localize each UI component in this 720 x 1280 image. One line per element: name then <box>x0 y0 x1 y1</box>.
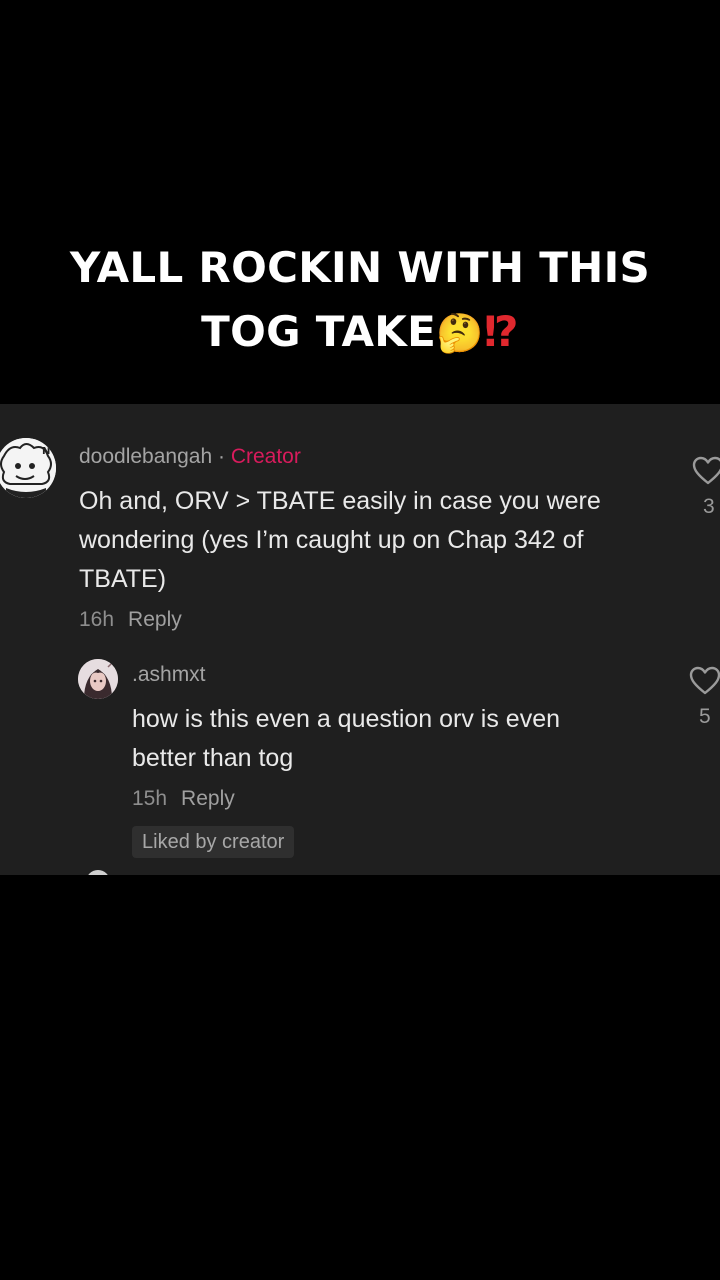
reply-meta: 15h Reply <box>132 786 235 812</box>
svg-text:N: N <box>42 446 50 457</box>
like-count: 3 <box>703 495 715 518</box>
avatar[interactable] <box>78 659 118 699</box>
thinking-face-icon: 🤔 <box>436 311 484 355</box>
comment-header: doodlebangah · Creator <box>79 444 301 470</box>
comment-text-line: Oh and, ORV > TBATE easily in case you w… <box>79 487 601 515</box>
caption-line-2-text: TOG TAKE <box>201 307 437 356</box>
liked-by-creator-badge: Liked by creator <box>132 826 295 858</box>
caption-line-1: YALL ROCKIN WITH THIS <box>69 243 651 292</box>
caption-line-2: TOG TAKE🤔⁉ <box>0 300 720 365</box>
comment-text-line: wondering (yes I’m caught up on Chap 342… <box>79 526 584 554</box>
like-button[interactable] <box>689 666 720 701</box>
reply-button[interactable]: Reply <box>181 787 235 810</box>
video-caption: YALL ROCKIN WITH THIS TOG TAKE🤔⁉ <box>0 236 720 365</box>
avatar-illustration-icon: N <box>0 438 56 498</box>
like-count: 5 <box>699 705 711 728</box>
header-separator: · <box>217 445 225 468</box>
comment-username[interactable]: doodlebangah <box>79 445 212 468</box>
exclamation-question-icon: ⁉ <box>483 307 519 356</box>
comment-text-line: TBATE) <box>79 565 167 593</box>
reply-text-line: how is this even a question orv is even <box>132 705 561 733</box>
creator-badge: Creator <box>230 445 301 468</box>
reply-text-line: better than tog <box>132 744 294 772</box>
comment-timestamp: 16h <box>79 608 115 631</box>
previous-comment-fragment: · · · <box>120 404 260 409</box>
avatar[interactable]: N <box>0 438 56 498</box>
avatar-photo-icon <box>78 659 118 699</box>
reply-text: how is this even a question orv is even … <box>132 700 672 778</box>
heart-icon <box>692 456 720 485</box>
comment-text: Oh and, ORV > TBATE easily in case you w… <box>79 482 679 599</box>
next-comment-avatar <box>86 870 110 875</box>
reply-username[interactable]: .ashmxt <box>132 662 206 688</box>
comment-meta: 16h Reply <box>79 607 182 633</box>
like-button[interactable] <box>692 456 720 491</box>
comments-panel: · · · N doodlebangah · Creator Oh and, O… <box>0 404 720 875</box>
reply-timestamp: 15h <box>132 787 168 810</box>
heart-icon <box>689 666 720 695</box>
reply-button[interactable]: Reply <box>128 608 182 631</box>
